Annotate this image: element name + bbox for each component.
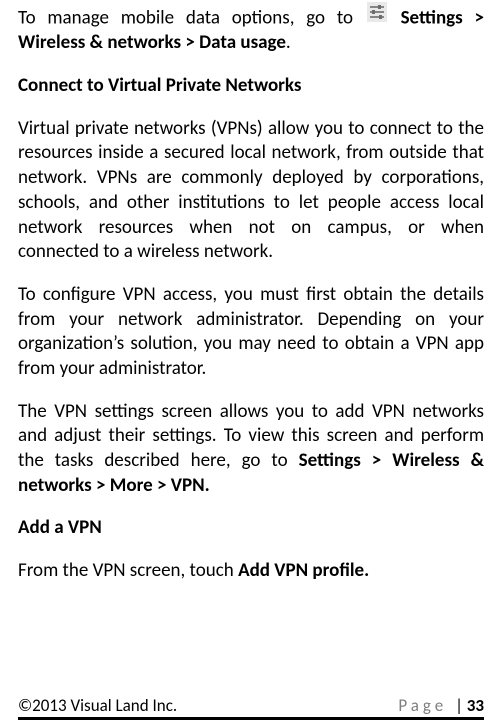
paragraph-vpn-config: To configure VPN access, you must first … — [18, 283, 484, 382]
paragraph-vpn-settings: The VPN settings screen allows you to ad… — [18, 400, 484, 499]
paragraph-add-vpn: From the VPN screen, touch Add VPN profi… — [18, 559, 484, 584]
paragraph-vpn-intro: Virtual private networks (VPNs) allow yo… — [18, 117, 484, 265]
heading-add-vpn: Add a VPN — [18, 516, 484, 541]
footer-page: Page | 33 — [398, 695, 484, 716]
footer-page-label: Page — [398, 695, 447, 716]
heading-connect-vpn: Connect to Virtual Private Networks — [18, 74, 484, 99]
body-text: To manage mobile data options, go to Set… — [18, 2, 484, 693]
text-bold: Add VPN profile. — [238, 559, 369, 582]
document-page: To manage mobile data options, go to Set… — [0, 0, 502, 720]
settings-sliders-icon — [367, 2, 387, 30]
footer-copyright: ©2013 Visual Land Inc. — [18, 695, 177, 716]
text: From the VPN screen, touch — [18, 559, 238, 582]
text: . — [286, 31, 291, 54]
page-footer: ©2013 Visual Land Inc. Page | 33 — [18, 693, 484, 717]
footer-page-number: 33 — [467, 695, 484, 716]
footer-separator: | — [455, 695, 467, 716]
text: To manage mobile data options, go to — [18, 7, 365, 30]
paragraph-manage-data: To manage mobile data options, go to Set… — [18, 2, 484, 56]
